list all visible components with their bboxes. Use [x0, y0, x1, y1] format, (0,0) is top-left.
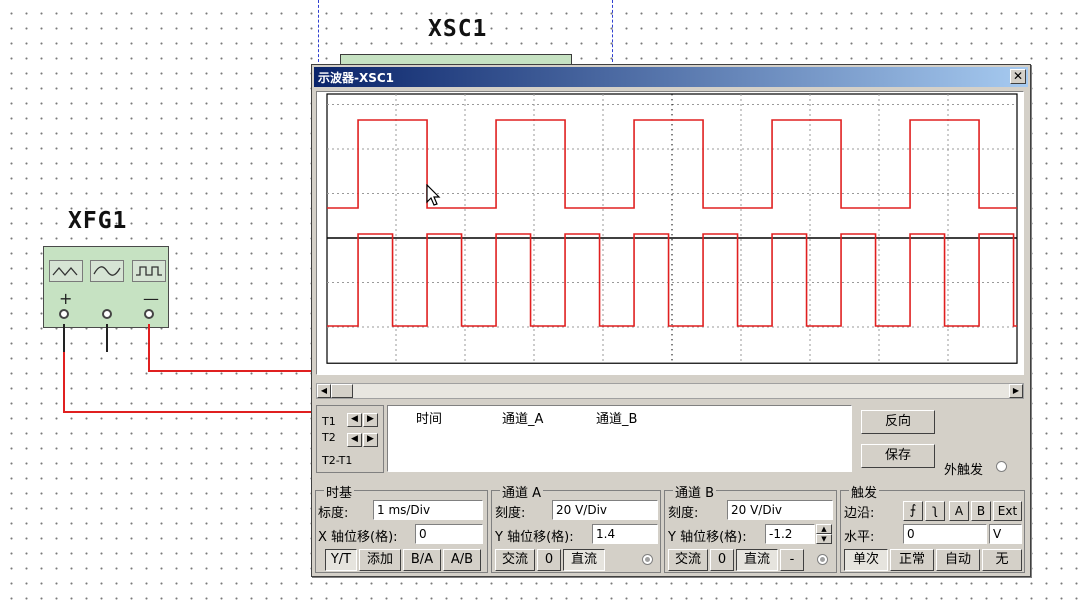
plus-wire-vertical: [63, 352, 65, 413]
falling-edge-button[interactable]: ʅ: [925, 501, 945, 521]
mode-ab-button[interactable]: A/B: [443, 549, 481, 571]
t2-left-button[interactable]: ◀: [347, 433, 362, 447]
x-offset-label: X 轴位移(格):: [318, 530, 398, 545]
triangle-wave-icon: [49, 260, 83, 282]
channel-a-scale-label: 刻度:: [495, 506, 526, 521]
timebase-scale-input[interactable]: 1 ms/Div: [373, 500, 483, 520]
channel-a-group: 通道 A 刻度: 20 V/Div Y 轴位移(格): 1.4 交流 0 直流: [491, 482, 661, 573]
trigger-group: 触发 边沿: ⨍ ʅ A B Ext 水平: 0 V 单次 正常 自动 无: [840, 482, 1025, 573]
xfg1-label: XFG1: [68, 208, 128, 234]
plus-wire-horizontal: [63, 411, 313, 413]
channel-a-ac-button[interactable]: 交流: [495, 549, 535, 571]
t1-right-button[interactable]: ▶: [363, 413, 378, 427]
save-button[interactable]: 保存: [861, 444, 935, 468]
mode-add-button[interactable]: 添加: [359, 549, 401, 571]
xsc1-dashed-border-right: [612, 0, 613, 62]
channel-a-gnd-button[interactable]: 0: [537, 549, 561, 571]
channel-b-offset-down-button[interactable]: ▼: [816, 534, 832, 544]
t2-right-button[interactable]: ▶: [363, 433, 378, 447]
cursor-panel: T1 ◀ ▶ T2 ◀ ▶ T2-T1: [316, 405, 384, 473]
channel-b-ac-button[interactable]: 交流: [668, 549, 708, 571]
trigger-edge-label: 边沿:: [844, 506, 875, 521]
channel-b-color-radio[interactable]: [817, 554, 828, 565]
channel-a-y-offset-input[interactable]: 1.4: [592, 524, 658, 544]
readout-channel-a-header: 通道_A: [502, 412, 544, 427]
readout-time-header: 时间: [416, 412, 443, 427]
ext-trigger-radio[interactable]: [996, 461, 1007, 472]
mouse-pointer-icon: [426, 184, 441, 206]
channel-a-y-offset-label: Y 轴位移(格):: [495, 530, 574, 545]
xsc1-label: XSC1: [428, 16, 488, 42]
channel-b-scale-label: 刻度:: [668, 506, 699, 521]
channel-b-dc-button[interactable]: 直流: [736, 549, 778, 571]
rising-edge-button[interactable]: ⨍: [903, 501, 923, 521]
t1-label: T1: [322, 415, 336, 428]
trigger-auto-button[interactable]: 自动: [936, 549, 980, 571]
channel-a-title: 通道 A: [500, 482, 544, 501]
channel-b-title: 通道 B: [673, 482, 717, 501]
xsc1-dashed-border-left: [318, 0, 319, 62]
mode-ba-button[interactable]: B/A: [403, 549, 441, 571]
trigger-none-button[interactable]: 无: [982, 549, 1022, 571]
t1-left-button[interactable]: ◀: [347, 413, 362, 427]
mode-yt-button[interactable]: Y/T: [325, 549, 357, 571]
t2-label: T2: [322, 431, 336, 444]
scroll-left-button[interactable]: ◀: [317, 384, 331, 398]
trigger-title: 触发: [849, 482, 880, 501]
horizontal-scrollbar[interactable]: ◀ ▶: [316, 383, 1024, 399]
channel-b-scale-input[interactable]: 20 V/Div: [727, 500, 833, 520]
channel-a-dc-button[interactable]: 直流: [563, 549, 605, 571]
trigger-source-ext-button[interactable]: Ext: [993, 501, 1022, 521]
window-title: 示波器-XSC1: [318, 71, 395, 85]
x-offset-input[interactable]: 0: [415, 524, 483, 544]
channel-b-y-offset-input[interactable]: -1.2: [765, 524, 815, 544]
sine-wave-icon: [90, 260, 124, 282]
measurement-readout: 时间 通道_A 通道_B: [387, 405, 852, 472]
close-button[interactable]: ✕: [1010, 69, 1026, 84]
oscilloscope-window: 示波器-XSC1 ✕ ◀ ▶ T1 ◀ ▶ T2 ◀ ▶ T2-T1 时间 通道…: [311, 64, 1031, 577]
plus-terminal[interactable]: [59, 309, 69, 319]
scroll-thumb[interactable]: [331, 384, 353, 398]
scope-display: [326, 93, 1018, 364]
channel-b-group: 通道 B 刻度: 20 V/Div Y 轴位移(格): -1.2 ▲ ▼ 交流 …: [664, 482, 837, 573]
channel-b-gnd-button[interactable]: 0: [710, 549, 734, 571]
channel-b-minus-button[interactable]: -: [780, 549, 804, 571]
plus-terminal-label: +: [59, 289, 73, 308]
trigger-single-button[interactable]: 单次: [844, 549, 888, 571]
timebase-title: 时基: [324, 482, 355, 501]
channel-b-offset-up-button[interactable]: ▲: [816, 524, 832, 534]
square-wave-icon: [132, 260, 166, 282]
trigger-source-b-button[interactable]: B: [971, 501, 991, 521]
channel-b-y-offset-label: Y 轴位移(格):: [668, 530, 747, 545]
scroll-right-button[interactable]: ▶: [1009, 384, 1023, 398]
trigger-source-a-button[interactable]: A: [949, 501, 969, 521]
xfg1-function-generator-symbol[interactable]: + —: [43, 246, 169, 328]
title-bar[interactable]: 示波器-XSC1 ✕: [314, 67, 1028, 87]
reverse-button[interactable]: 反向: [861, 410, 935, 434]
trigger-level-unit[interactable]: V: [989, 524, 1022, 544]
common-wire: [106, 324, 108, 352]
channel-a-scale-input[interactable]: 20 V/Div: [552, 500, 658, 520]
minus-wire-vertical: [148, 324, 150, 372]
timebase-group: 时基 标度: 1 ms/Div X 轴位移(格): 0 Y/T 添加 B/A A…: [315, 482, 488, 573]
timebase-scale-label: 标度:: [318, 506, 349, 521]
readout-channel-b-header: 通道_B: [596, 412, 638, 427]
plus-wire-black: [63, 324, 65, 352]
minus-terminal-label: —: [143, 289, 159, 308]
trigger-level-label: 水平:: [844, 530, 875, 545]
trigger-normal-button[interactable]: 正常: [890, 549, 934, 571]
channel-a-color-radio[interactable]: [642, 554, 653, 565]
trigger-level-input[interactable]: 0: [903, 524, 987, 544]
minus-wire-horizontal: [148, 370, 313, 372]
ext-trigger-label: 外触发: [944, 463, 984, 478]
t2-t1-label: T2-T1: [322, 454, 353, 467]
minus-terminal[interactable]: [144, 309, 154, 319]
scope-screen: [316, 91, 1024, 375]
common-terminal[interactable]: [102, 309, 112, 319]
